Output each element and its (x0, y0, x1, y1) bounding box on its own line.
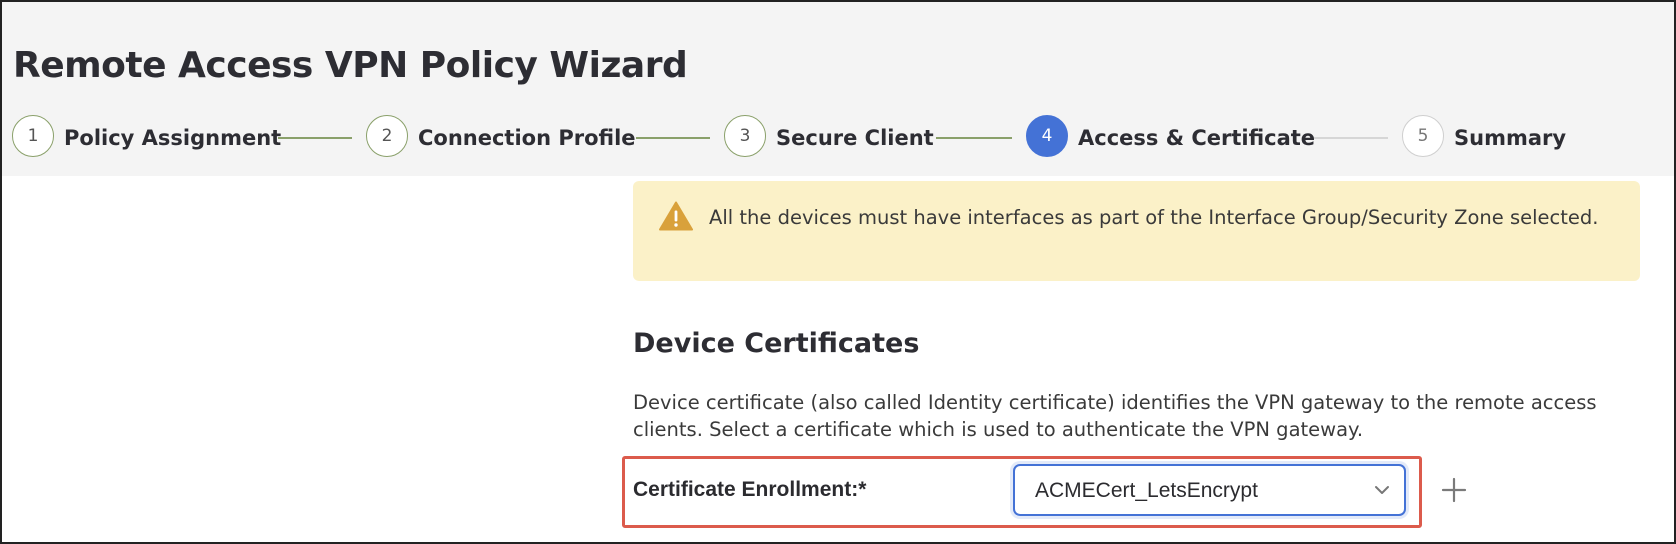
plus-icon[interactable] (1440, 476, 1468, 504)
step-2-number[interactable]: 2 (366, 115, 408, 157)
step-connector-1 (278, 137, 352, 139)
chevron-down-icon (1375, 486, 1389, 494)
alert-message: All the devices must have interfaces as … (709, 206, 1599, 229)
certificate-enrollment-select[interactable]: ACMECert_LetsEncrypt (1013, 464, 1406, 516)
page-title: Remote Access VPN Policy Wizard (13, 45, 688, 86)
step-3-label[interactable]: Secure Client (776, 126, 934, 150)
wizard-header: Remote Access VPN Policy Wizard 1 Policy… (2, 2, 1674, 176)
step-5-label[interactable]: Summary (1454, 126, 1566, 150)
step-4-number[interactable]: 4 (1026, 115, 1068, 157)
step-4-label[interactable]: Access & Certificate (1078, 126, 1315, 150)
step-1-label[interactable]: Policy Assignment (64, 126, 281, 150)
section-description: Device certificate (also called Identity… (633, 391, 1597, 441)
step-connector-2 (636, 137, 710, 139)
warning-alert: All the devices must have interfaces as … (633, 181, 1640, 281)
certificate-enrollment-value: ACMECert_LetsEncrypt (1035, 479, 1258, 502)
step-1-number[interactable]: 1 (12, 115, 54, 157)
step-connector-3 (936, 137, 1012, 139)
step-2-label[interactable]: Connection Profile (418, 126, 636, 150)
step-5-number[interactable]: 5 (1402, 115, 1444, 157)
step-3-number[interactable]: 3 (724, 115, 766, 157)
section-title-device-certificates: Device Certificates (633, 328, 920, 359)
step-connector-4 (1314, 137, 1388, 139)
warning-icon (659, 201, 693, 231)
certificate-enrollment-label: Certificate Enrollment:* (633, 478, 867, 501)
